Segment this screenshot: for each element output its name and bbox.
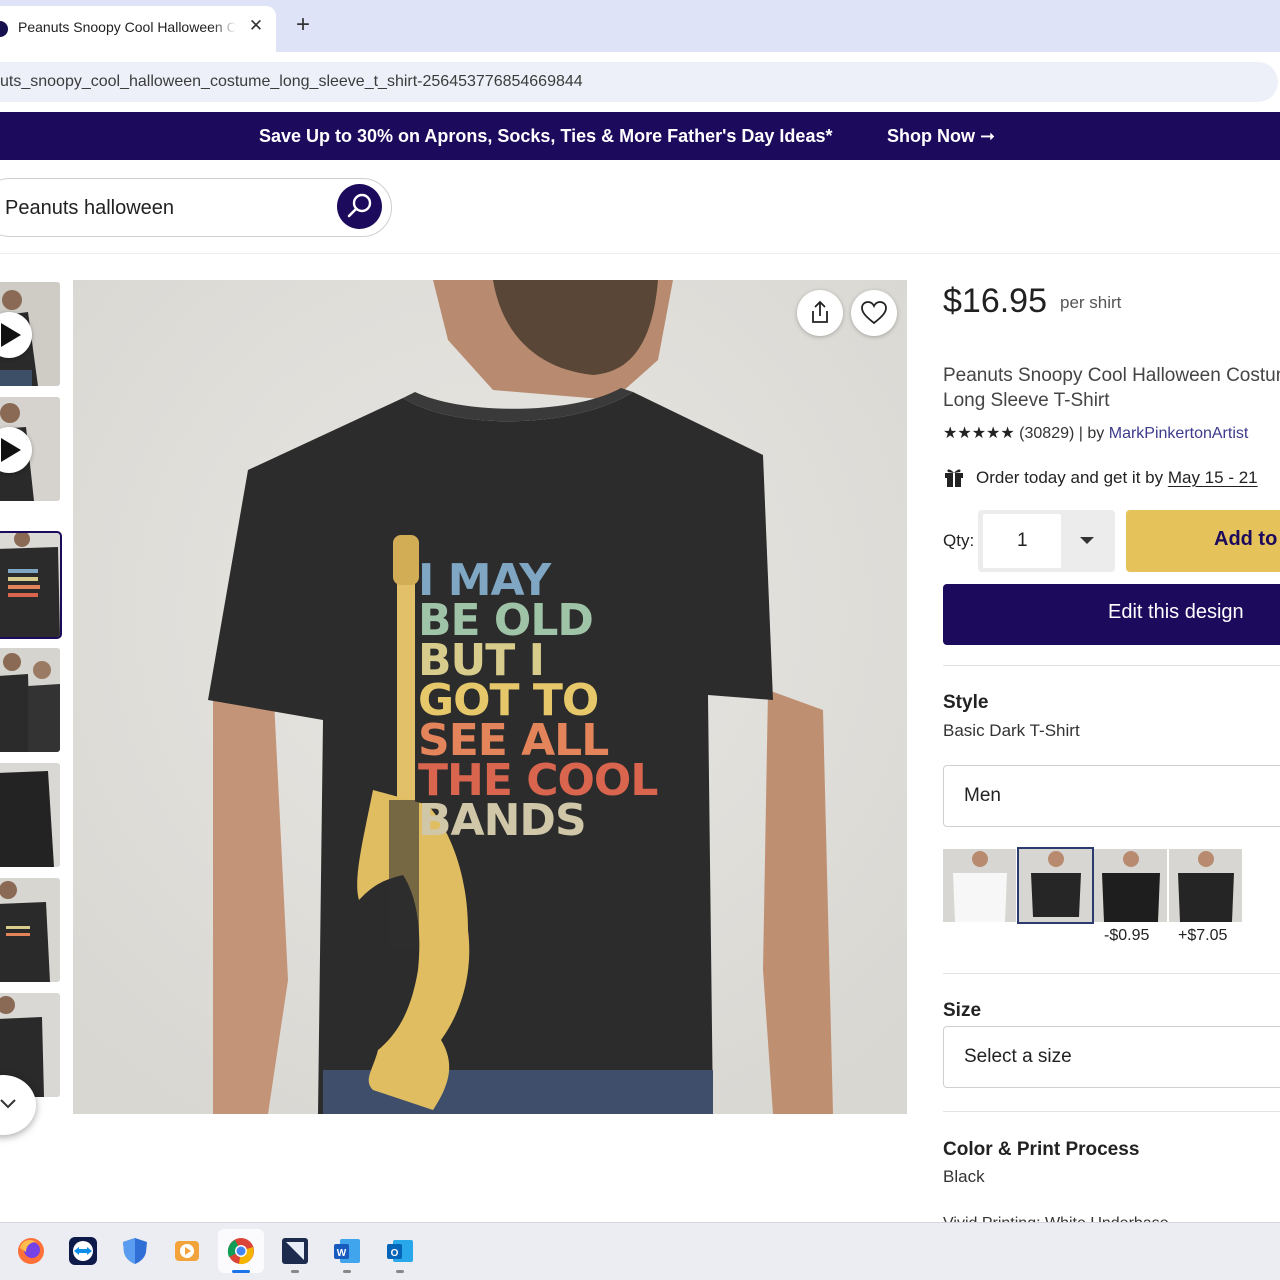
divider <box>943 665 1280 666</box>
style-swatch-white[interactable] <box>943 849 1016 922</box>
search-input[interactable]: Peanuts halloween <box>0 178 392 237</box>
share-button[interactable] <box>797 290 843 336</box>
style-title: Style <box>943 692 989 713</box>
promo-banner: Save Up to 30% on Aprons, Socks, Ties & … <box>0 112 1280 160</box>
color-title: Color & Print Process <box>943 1139 1140 1160</box>
thumbnail-image[interactable] <box>0 763 60 867</box>
chrome-icon[interactable] <box>226 1236 256 1266</box>
chevron-down-icon <box>0 1099 16 1109</box>
style-swatch-basic-dark[interactable] <box>1017 847 1094 924</box>
search-button[interactable] <box>337 184 382 229</box>
swatch-price: -$0.95 <box>1104 927 1150 944</box>
browser-tabstrip: Peanuts Snoopy Cool Halloween Costume Lo… <box>0 0 1280 52</box>
share-icon <box>812 300 828 323</box>
main-product-image[interactable]: I MAY BE OLD BUT I GOT TO SEE ALL THE COOL BAN… <box>73 280 907 1114</box>
word-icon[interactable]: W <box>332 1236 362 1266</box>
price-unit: per shirt <box>1060 293 1122 312</box>
delivery-estimate: Order today and get it by May 15 - 21 <box>976 468 1258 488</box>
size-dropdown[interactable]: Select a size <box>943 1026 1280 1088</box>
shop-now-link[interactable]: Shop Now ➞ <box>887 126 995 147</box>
browser-tab[interactable]: Peanuts Snoopy Cool Halloween Costume Lo… <box>0 6 276 52</box>
product-title: Peanuts Snoopy Cool Halloween Costume Lo… <box>943 365 1280 411</box>
by-label: | by <box>1078 425 1105 442</box>
outlook-icon[interactable]: O <box>385 1236 415 1266</box>
app-icon[interactable] <box>280 1236 310 1266</box>
seller-link[interactable]: MarkPinkertonArtist <box>1109 425 1249 442</box>
divider <box>943 973 1280 974</box>
add-to-cart-button[interactable]: Add to Cart <box>1126 510 1280 572</box>
style-dropdown-value: Men <box>964 785 1001 806</box>
rating-row: ★★★★★ (30829) | by MarkPinkertonArtist <box>943 423 1248 443</box>
style-dropdown[interactable]: Men <box>943 765 1280 827</box>
address-url[interactable]: uts_snoopy_cool_halloween_costume_long_s… <box>0 73 583 91</box>
svg-text:O: O <box>391 1248 399 1259</box>
favorite-button[interactable] <box>851 290 897 336</box>
media-player-icon[interactable] <box>172 1236 202 1266</box>
product-price: $16.95 <box>943 282 1047 320</box>
close-tab-icon[interactable]: ✕ <box>246 16 266 36</box>
style-value: Basic Dark T-Shirt <box>943 721 1080 740</box>
running-indicator <box>396 1270 404 1273</box>
add-to-cart-label: Add to Cart <box>1214 528 1280 550</box>
firefox-icon[interactable] <box>16 1236 46 1266</box>
tab-title: Peanuts Snoopy Cool Halloween Costume Lo… <box>18 19 236 35</box>
size-title: Size <box>943 1000 982 1021</box>
review-count[interactable]: (30829) <box>1019 425 1074 442</box>
qty-label: Qty: <box>943 531 975 550</box>
thumbnail-image[interactable] <box>0 878 60 982</box>
shirt-print-line: BANDS <box>418 795 586 846</box>
thumbnail-image-selected[interactable] <box>0 531 62 639</box>
edit-design-label: Edit this design <box>1108 601 1244 623</box>
rating-stars-icon[interactable]: ★★★★★ <box>943 425 1015 442</box>
svg-text:W: W <box>337 1248 347 1259</box>
play-icon[interactable] <box>0 427 32 473</box>
defender-icon[interactable] <box>120 1236 150 1266</box>
site-favicon-icon <box>0 21 8 37</box>
running-indicator <box>232 1270 250 1273</box>
gift-icon <box>945 469 963 487</box>
size-dropdown-placeholder: Select a size <box>964 1046 1072 1067</box>
promo-text[interactable]: Save Up to 30% on Aprons, Socks, Ties & … <box>259 126 832 147</box>
running-indicator <box>291 1270 299 1273</box>
caret-down-icon[interactable] <box>1080 537 1094 544</box>
color-value: Black <box>943 1167 985 1186</box>
teamviewer-icon[interactable] <box>68 1236 98 1266</box>
delivery-prefix: Order today and get it by <box>976 468 1164 487</box>
tshirt-photo: I MAYBE OLDBUT IGOT TOSEE ALLTHE COOLBAN… <box>73 280 907 1114</box>
browser-toolbar: uts_snoopy_cool_halloween_costume_long_s… <box>0 52 1280 112</box>
heart-icon <box>861 301 887 325</box>
new-tab-button[interactable]: + <box>291 13 315 37</box>
header-divider <box>0 253 1280 254</box>
edit-design-button[interactable]: Edit this design <box>943 584 1280 645</box>
quantity-value[interactable]: 1 <box>1017 530 1028 552</box>
search-icon <box>347 193 372 218</box>
style-swatch-dark-premium[interactable] <box>1169 849 1242 922</box>
swatch-price: +$7.05 <box>1178 927 1228 944</box>
search-value[interactable]: Peanuts halloween <box>5 197 174 220</box>
running-indicator <box>343 1270 351 1273</box>
divider <box>943 1111 1280 1112</box>
style-swatch-dark-budget[interactable] <box>1094 849 1167 922</box>
delivery-dates[interactable]: May 15 - 21 <box>1168 468 1258 487</box>
thumbnails-scroll-down-button[interactable] <box>0 1075 36 1135</box>
thumbnail-image[interactable] <box>0 648 60 752</box>
play-icon[interactable] <box>0 312 32 358</box>
